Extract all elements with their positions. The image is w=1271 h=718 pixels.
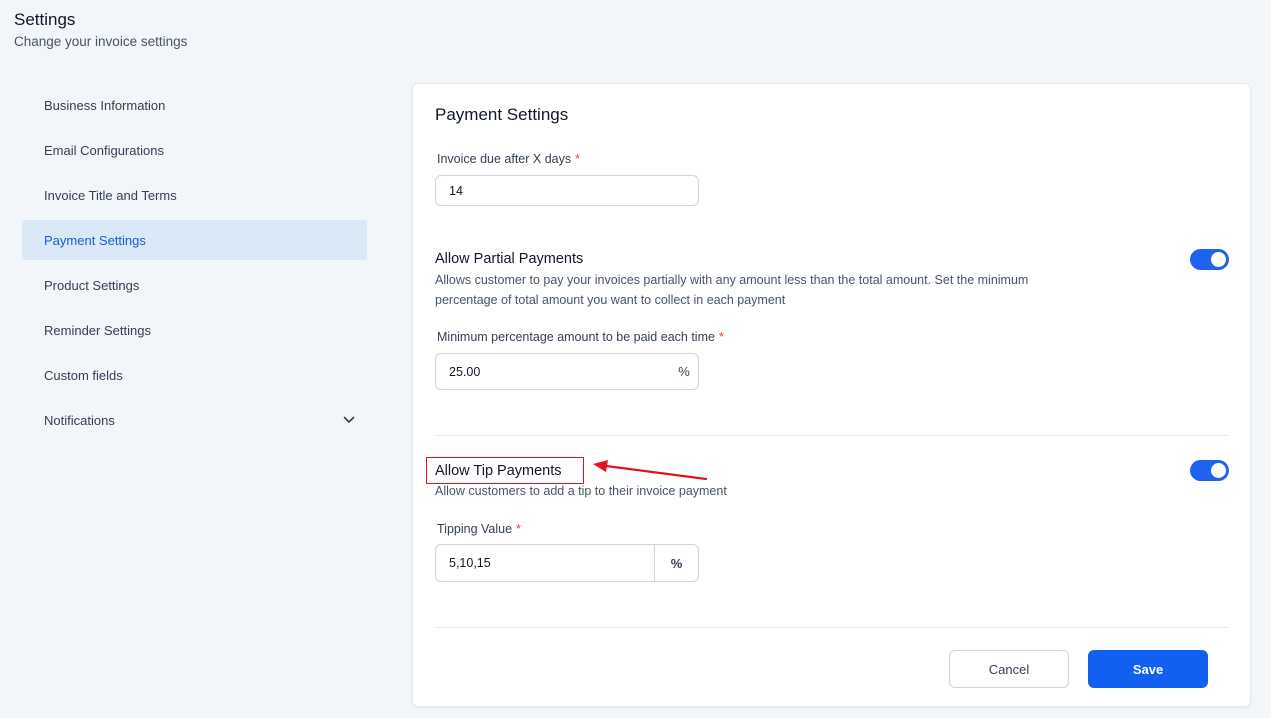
tipping-value-label: Tipping Value * [437, 522, 521, 537]
save-button[interactable]: Save [1088, 650, 1208, 688]
tip-payments-toggle[interactable] [1190, 460, 1229, 481]
partial-payments-toggle[interactable] [1190, 249, 1229, 270]
settings-sidebar: Business Information Email Configuration… [22, 85, 367, 445]
min-percentage-label-text: Minimum percentage amount to be paid eac… [437, 330, 715, 344]
toggle-knob [1211, 463, 1226, 478]
percent-suffix: % [678, 364, 690, 379]
sidebar-item-label: Reminder Settings [44, 322, 151, 338]
due-days-input[interactable]: 14 [435, 175, 699, 206]
sidebar-item-label: Invoice Title and Terms [44, 187, 177, 203]
tipping-value: 5,10,15 [449, 556, 491, 570]
sidebar-item-invoice-title-and-terms[interactable]: Invoice Title and Terms [22, 175, 367, 215]
due-days-value: 14 [449, 183, 463, 198]
sidebar-item-email-configurations[interactable]: Email Configurations [22, 130, 367, 170]
page-header: Settings Change your invoice settings [14, 10, 187, 50]
sidebar-item-label: Business Information [44, 97, 166, 113]
sidebar-item-label: Email Configurations [44, 142, 164, 158]
annotation-arrow-icon [593, 460, 708, 481]
tipping-unit-addon[interactable]: % [654, 545, 698, 581]
settings-page: Settings Change your invoice settings Bu… [0, 0, 1271, 718]
sidebar-item-business-information[interactable]: Business Information [22, 85, 367, 125]
page-subtitle: Change your invoice settings [14, 34, 188, 49]
required-marker: * [516, 522, 521, 536]
sidebar-item-label: Product Settings [44, 277, 140, 293]
required-marker: * [575, 152, 580, 166]
tipping-value-label-text: Tipping Value [437, 522, 513, 536]
required-marker: * [718, 330, 724, 344]
due-days-label: Invoice due after X days * [437, 152, 580, 167]
partial-payments-description-line: Allows customer to pay your invoices par… [435, 273, 1029, 287]
sidebar-item-custom-fields[interactable]: Custom fields [22, 355, 367, 395]
partial-payments-description: Allows customer to pay your invoices par… [435, 270, 1115, 310]
page-title: Settings [14, 10, 76, 29]
sidebar-item-label: Payment Settings [44, 232, 146, 248]
partial-payments-description-line: percentage of total amount you want to c… [435, 293, 786, 307]
min-percentage-label: Minimum percentage amount to be paid eac… [437, 330, 724, 345]
sidebar-item-label: Notifications [44, 412, 115, 428]
due-days-label-text: Invoice due after X days [437, 152, 572, 166]
sidebar-item-label: Custom fields [44, 367, 123, 383]
min-percentage-input[interactable]: 25.00 % [435, 353, 699, 390]
tip-payments-description: Allow customers to add a tip to their in… [435, 484, 727, 498]
sidebar-item-payment-settings[interactable]: Payment Settings [22, 220, 367, 260]
payment-settings-card: Payment Settings Invoice due after X day… [412, 83, 1251, 707]
section-divider [435, 435, 1228, 436]
partial-payments-title: Allow Partial Payments [435, 251, 584, 267]
tipping-value-input[interactable]: 5,10,15 % [435, 544, 699, 582]
card-title: Payment Settings [435, 105, 569, 124]
toggle-knob [1211, 252, 1226, 267]
annotation-highlight-box [426, 457, 584, 484]
min-percentage-value: 25.00 [449, 364, 481, 379]
sidebar-item-notifications[interactable]: Notifications [22, 400, 367, 440]
cancel-button[interactable]: Cancel [949, 650, 1069, 688]
chevron-down-icon[interactable] [331, 416, 367, 424]
sidebar-item-product-settings[interactable]: Product Settings [22, 265, 367, 305]
footer-divider [435, 627, 1228, 628]
sidebar-item-reminder-settings[interactable]: Reminder Settings [22, 310, 367, 350]
